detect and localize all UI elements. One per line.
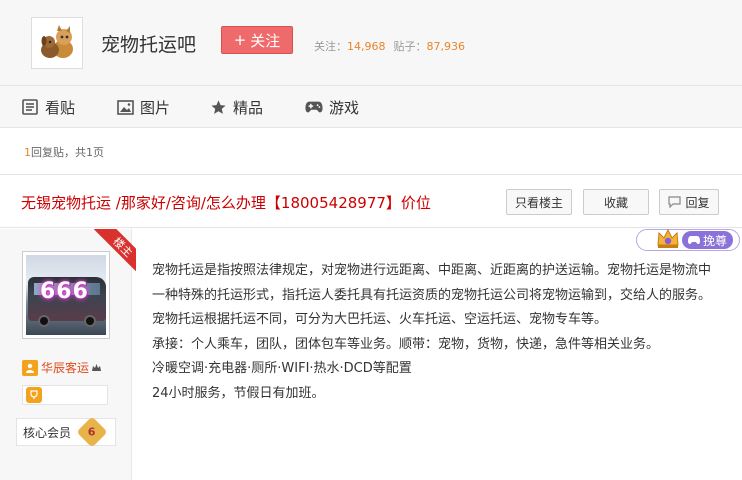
gamepad-icon (305, 98, 323, 116)
pager-row: 1回复贴，共1页 (0, 129, 742, 175)
only-owner-button[interactable]: 只看楼主 (506, 189, 572, 215)
list-icon (21, 98, 39, 116)
posts-label: 贴子： (393, 40, 427, 53)
follow-label: 关注 (250, 31, 281, 50)
posts-count: 87,936 (426, 40, 466, 53)
favorite-button[interactable]: 收藏 (583, 189, 649, 215)
comment-icon (668, 196, 682, 208)
star-icon (209, 98, 227, 116)
vip-tag-box[interactable]: 挽尊 (636, 229, 740, 251)
pet-logo-icon (41, 25, 73, 58)
post-paragraph: 24小时服务，节假日有加班。 (152, 385, 325, 401)
member-label: 核心会员 (23, 425, 72, 440)
plus-icon: + (233, 31, 247, 49)
vip-crown-icon (655, 225, 681, 251)
thread-titlebar: 无锡宠物托运 /那家好/咨询/怎么办理【18005428977】价位 只看楼主 … (0, 176, 742, 228)
post: 666 华辰客运 核心会员 6 楼主 挽尊 宠物托运是指按照法律规定，对宠物进行… (0, 228, 742, 480)
post-content: 宠物托运是指按照法律规定，对宠物进行远距离、中距离、近距离的护送运输。宠物托运是… (152, 259, 722, 406)
post-paragraph: 宠物托运根据托运不同，可分为大巴托运、火车托运、空运托运、宠物专车等。 (152, 312, 608, 327)
reply-count: 1 (24, 146, 31, 159)
post-paragraph: 宠物托运是指按照法律规定，对宠物进行远距离、中距离、近距离的护送运输。宠物托运是… (152, 263, 712, 303)
member-level: 核心会员 6 (16, 416, 116, 448)
forum-nav: 看贴 图片 精品 游戏 (0, 86, 742, 128)
medal-bar (22, 385, 108, 405)
avatar-text: 666 (40, 279, 89, 304)
image-icon (116, 98, 134, 116)
vip-label: 挽尊 (702, 233, 727, 248)
thread-title: 无锡宠物托运 /那家好/咨询/怎么办理【18005428977】价位 (21, 194, 431, 212)
tab-posts-label: 看贴 (45, 98, 76, 117)
forum-title[interactable]: 宠物托运吧 (101, 30, 196, 57)
crown-icon (92, 363, 102, 371)
forum-logo[interactable] (31, 17, 83, 69)
post-paragraph: 承接：个人乘车，团队，团体包车等业务。顺带：宠物，货物，快递，急件等相关业务。 (152, 336, 660, 352)
tab-images-label: 图片 (140, 98, 171, 117)
reply-summary: 1回复贴，共1页 (24, 144, 104, 160)
reply-count-label: 回复贴，共 (31, 146, 86, 159)
tab-images[interactable]: 图片 (116, 86, 170, 128)
medal-icon[interactable] (26, 387, 42, 403)
level-number: 6 (88, 425, 96, 439)
tab-featured[interactable]: 精品 (209, 86, 263, 128)
tab-games[interactable]: 游戏 (305, 86, 359, 128)
forum-header: 宠物托运吧 + 关注 关注：14,968 贴子：87,936 (0, 0, 742, 86)
author-name[interactable]: 华辰客运 (22, 359, 102, 376)
level-badge-icon[interactable]: 6 (76, 416, 108, 448)
followers-label: 关注： (314, 40, 347, 53)
vip-tag: 挽尊 (681, 231, 733, 249)
forum-stats: 关注：14,968 贴子：87,936 (314, 38, 465, 54)
author-name-label: 华辰客运 (41, 361, 90, 375)
tab-featured-label: 精品 (233, 98, 264, 117)
louzhu-label: 楼主 (94, 229, 136, 271)
page-count-label: 页 (93, 146, 104, 159)
followers-count: 14,968 (347, 40, 386, 53)
louzhu-ribbon: 楼主 (94, 229, 136, 271)
post-paragraph: 冷暖空调·充电器·厕所·WIFI·热水·DCD等配置 (152, 361, 412, 376)
game-controller-icon (687, 236, 700, 244)
author-sidebar: 666 华辰客运 核心会员 6 楼主 (0, 229, 136, 480)
tab-games-label: 游戏 (329, 98, 360, 117)
reply-button-label: 回复 (685, 195, 710, 210)
reply-button[interactable]: 回复 (659, 189, 719, 215)
tab-posts[interactable]: 看贴 (21, 86, 75, 128)
page-count: 1 (86, 146, 93, 159)
follow-button[interactable]: + 关注 (221, 26, 293, 54)
user-badge-icon (22, 359, 38, 376)
